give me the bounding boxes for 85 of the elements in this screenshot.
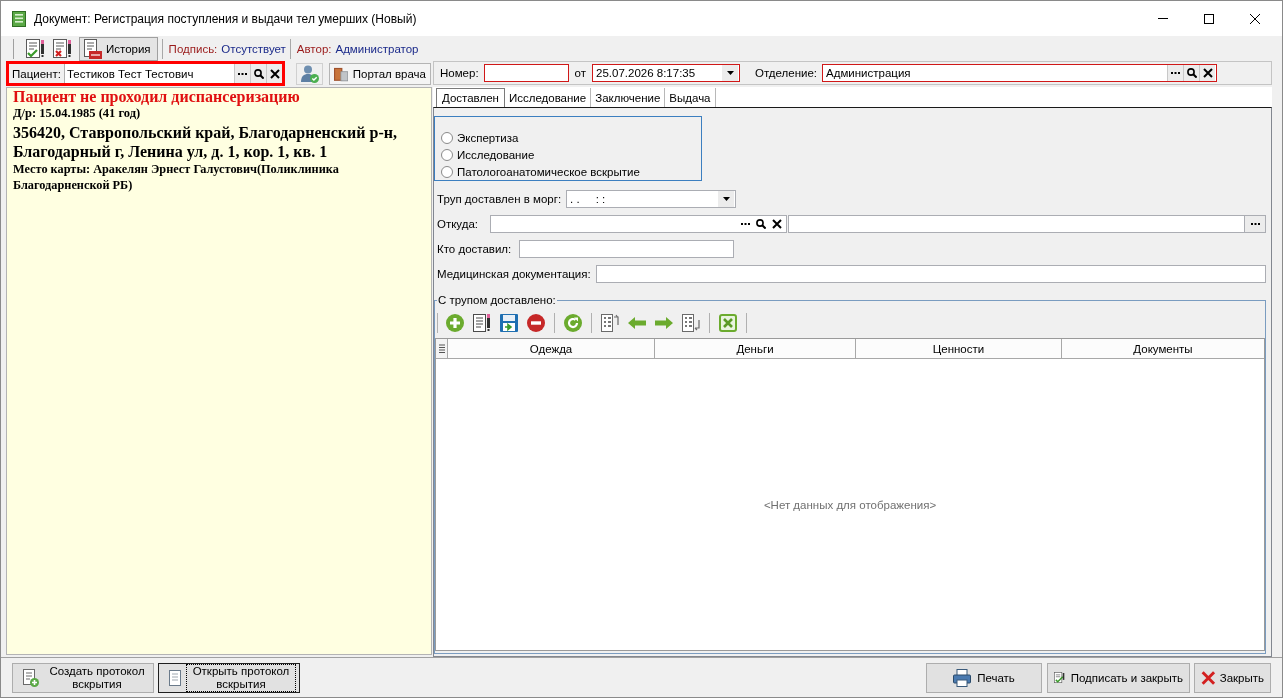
cross-icon [1202, 68, 1213, 78]
dropdown-button[interactable] [722, 65, 738, 81]
protocol-button[interactable]: Открыть протокол вскрытия [158, 662, 300, 693]
history-button[interactable]: История [79, 36, 158, 61]
column-chooser-icon[interactable] [438, 343, 445, 354]
radio-button[interactable] [441, 148, 453, 161]
department-field[interactable]: Администрация [822, 64, 1218, 82]
cross-icon [1201, 668, 1216, 687]
group-title: С трупом доставлено: [437, 293, 557, 307]
portal-button[interactable]: Портал врача [329, 62, 431, 85]
tab[interactable]: Заключение [591, 88, 666, 107]
more-icon [238, 72, 247, 75]
delivered-by-field[interactable] [519, 240, 735, 258]
number-label: Номер: [440, 67, 479, 79]
empty-message: <Нет данных для отображения> [763, 498, 937, 511]
patient-label: Пациент: [9, 64, 65, 83]
signature-label: Подпись: [168, 42, 218, 55]
remove-icon[interactable] [527, 313, 545, 332]
doc-check-icon[interactable] [26, 38, 45, 59]
birth-date-text: Д/р: 15.04.1985 (41 год) [13, 106, 142, 121]
date-label: от [574, 67, 586, 79]
tab[interactable]: Выдача [665, 88, 716, 107]
author-label: Автор: [296, 42, 332, 55]
delivered-by-label: Кто доставил: [437, 243, 512, 255]
address-text: 356420, Ставропольский край, Благодарненский р-н, Благодарный г, Ленина ул, д. 1, кор. 1, кв. 1 [13, 123, 398, 161]
protocol-button[interactable]: Создать протокол вскрытия [12, 662, 154, 693]
printer-icon [953, 668, 972, 687]
close-button[interactable]: Закрыть [1194, 662, 1271, 693]
browse-button[interactable] [1167, 65, 1184, 81]
add-icon[interactable] [446, 313, 464, 332]
option-label[interactable]: Патологоанатомическое вскрытие [457, 165, 640, 178]
cross-icon [269, 68, 280, 79]
card-text: Место карты: Аракелян Эрнест Галустович(Поликлиника Благодарненской РБ) [13, 161, 340, 193]
doc-add-icon [23, 668, 39, 687]
cross-square-icon[interactable] [719, 313, 737, 332]
option-label[interactable]: Экспертиза [457, 131, 519, 144]
delivered-label: Труп доставлен в морг: [437, 193, 562, 205]
user-button[interactable] [296, 62, 323, 85]
document-badge-icon [84, 38, 102, 59]
number-field[interactable] [483, 64, 569, 82]
department-label: Отделение: [755, 67, 818, 79]
refresh-icon[interactable] [564, 313, 582, 332]
clear-button[interactable] [1199, 65, 1216, 81]
signature-status: Отсутствует [221, 42, 286, 55]
author-name: Администратор [335, 42, 419, 55]
user-icon [300, 64, 319, 83]
radio-button[interactable] [441, 131, 453, 144]
search-icon [756, 219, 767, 229]
radio-button[interactable] [441, 165, 453, 178]
from-label: Откуда: [437, 218, 479, 230]
from-field[interactable] [490, 215, 788, 233]
cross-icon [772, 219, 783, 229]
option-label[interactable]: Исследование [457, 148, 535, 161]
caret-icon [722, 197, 730, 201]
medical-docs-field[interactable] [595, 265, 1266, 283]
tab[interactable]: Доставлен [436, 88, 505, 107]
maximize-icon [1204, 13, 1214, 24]
medical-docs-label: Медицинская документация: [437, 268, 591, 280]
from-detail-field[interactable] [788, 215, 1245, 233]
dropdown-button[interactable] [718, 191, 735, 207]
caret-icon [726, 71, 734, 75]
doc-cross-icon[interactable] [53, 38, 72, 59]
browse-button[interactable] [1245, 215, 1266, 233]
browse-button[interactable] [234, 64, 250, 83]
warning-text: Пациент не проходил диспансеризацию [13, 88, 301, 106]
spreadsheet-icon [12, 10, 26, 27]
list-icon[interactable] [601, 313, 619, 332]
datetime-field[interactable]: . . : : [566, 190, 737, 208]
minimize-icon [1158, 18, 1168, 19]
search-button[interactable] [250, 64, 266, 83]
save-icon[interactable] [500, 313, 518, 332]
search-icon [253, 68, 264, 79]
sign-button[interactable]: Подписать и закрыть [1047, 662, 1190, 693]
search-button[interactable] [1183, 65, 1200, 81]
search-icon [1186, 68, 1197, 78]
document-icon [169, 669, 181, 686]
clear-button[interactable] [266, 64, 282, 83]
close-icon [1250, 13, 1260, 24]
tab[interactable]: Исследование [504, 88, 592, 107]
print-button[interactable]: Печать [926, 662, 1042, 693]
date-field[interactable]: 25.07.2026 8:17:35 [592, 64, 740, 82]
doc-edit-icon[interactable] [473, 313, 491, 332]
window-title: Документ: Регистрация поступления и выдачи тел умерших (Новый) [34, 11, 417, 26]
list-icon[interactable] [682, 313, 700, 332]
patient-field[interactable]: Тестиков Тест Тестович [64, 64, 234, 83]
